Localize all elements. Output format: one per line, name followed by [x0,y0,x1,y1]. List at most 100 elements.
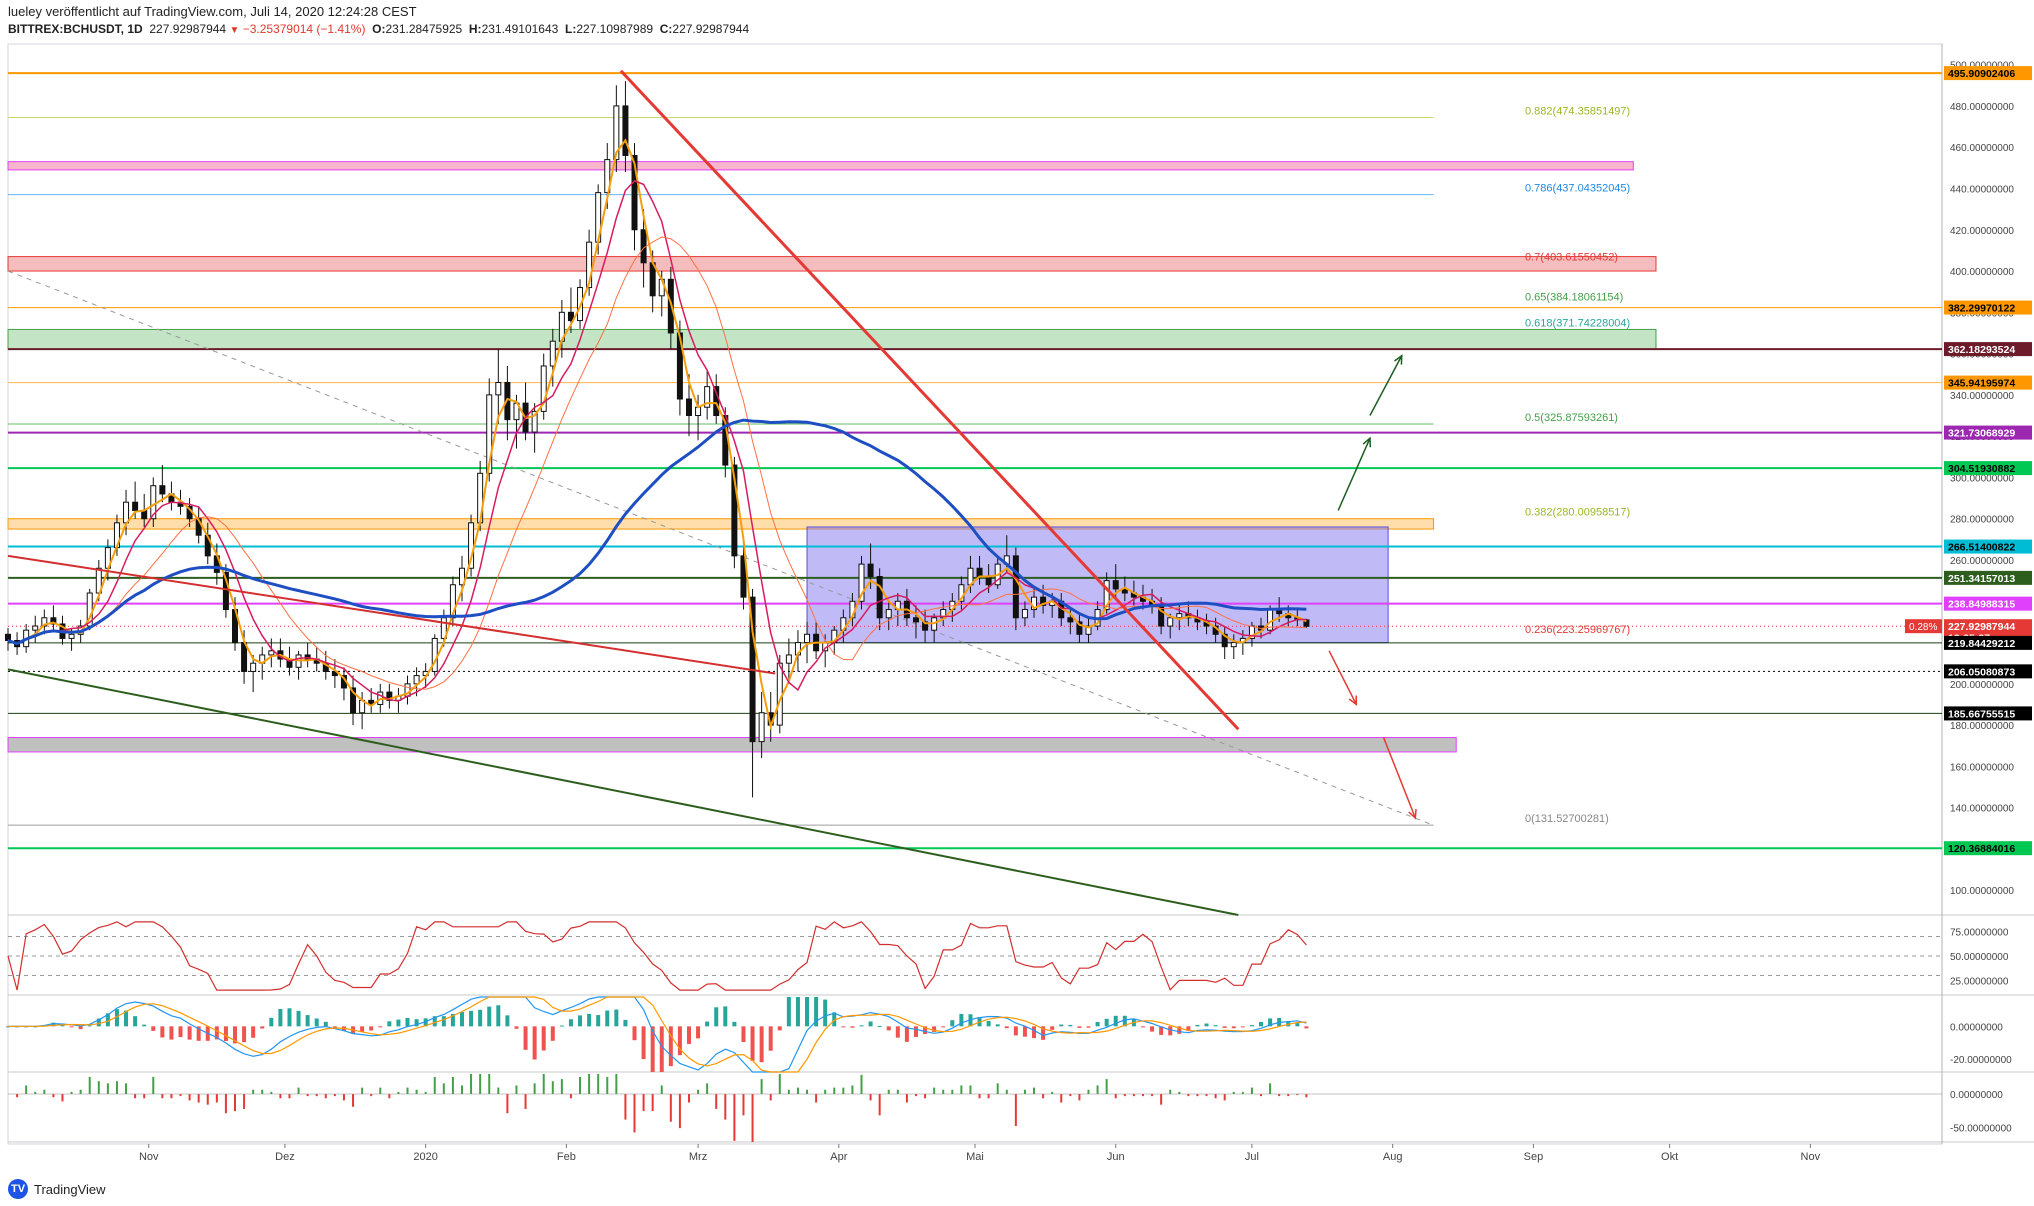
candle[interactable] [804,633,811,644]
macd-histogram-bar [705,1021,710,1027]
tradingview-footer[interactable]: TV TradingView [8,1178,106,1200]
macd-histogram-bar [87,1025,92,1027]
macd-histogram-bar [1095,1021,1100,1027]
macd-signal-line [8,996,1307,1073]
arrow-line[interactable] [1328,650,1358,705]
candle[interactable] [685,398,692,417]
macd-histogram-bar [287,1008,292,1027]
candle[interactable] [912,617,919,623]
price-tick-label: 200.00000000 [1950,680,2014,691]
price-tick-label: 280.00000000 [1950,515,2014,526]
trendline[interactable] [7,554,776,675]
macd-histogram-bar [541,1026,546,1051]
candle[interactable] [241,642,248,672]
macd-histogram-bar [823,999,828,1027]
macd-histogram-bar [1259,1021,1264,1027]
macd-histogram-bar [1195,1024,1200,1027]
price-tag-label: 266.51400822 [1948,542,2015,554]
fib-label: 0.65(384.18061154) [1525,292,1623,304]
macd-histogram-bar [614,1009,619,1027]
macd-histogram-bar [641,1026,646,1060]
arrow-line[interactable] [1337,437,1371,511]
price-chart[interactable]: 0.882(474.35851497) 0.786(437.04352045) 0.… [0,0,2034,1206]
macd-histogram-bar [886,1026,891,1031]
candle[interactable] [1167,617,1174,627]
macd-histogram-bar [505,1015,510,1027]
trendline[interactable] [7,668,1239,916]
macd-histogram-bar [1222,1026,1227,1028]
macd-histogram-bar [805,997,810,1027]
candle[interactable] [1012,555,1019,619]
price-tick-label: 480.00000000 [1950,102,2014,113]
candle[interactable] [640,229,647,264]
fib-label: 0(131.52700281) [1525,813,1609,825]
candle[interactable] [776,662,783,726]
candle[interactable] [695,406,702,417]
candle[interactable] [495,381,502,396]
candle[interactable] [250,662,257,672]
time-tick-label: Nov [139,1151,159,1163]
macd-histogram-bar [441,1016,446,1027]
fib-label: 0.7(403.61550452) [1525,252,1618,264]
candle[interactable] [867,563,874,578]
candle[interactable] [758,712,765,743]
candles-layer[interactable] [5,81,1310,798]
macd-histogram-bar [559,1025,564,1027]
candle[interactable] [1021,609,1028,619]
candle[interactable] [885,609,892,619]
candle[interactable] [876,576,883,619]
time-tick-label: Dez [275,1151,295,1163]
arrow-line[interactable] [1369,355,1403,416]
price-tick-label: 400.00000000 [1950,267,2014,278]
tradingview-logo-icon: TV [8,1179,28,1199]
time-axis[interactable]: Nov Dez 2020 Feb Mrz Apr Mai Jun Jul Aug Sep Okt Nov [139,1144,1821,1163]
candle[interactable] [1067,617,1074,623]
price-tick-label: 100.00000000 [1950,886,2014,897]
zone-rect [7,161,1634,171]
macd-histogram-bar [314,1018,319,1027]
time-tick-label: Nov [1801,1151,1821,1163]
price-tick-label: 420.00000000 [1950,226,2014,237]
macd-histogram-bar [986,1020,991,1027]
macd-histogram-bar [578,1015,583,1027]
candle[interactable] [1112,580,1119,590]
candle[interactable] [1230,642,1237,648]
candle[interactable] [785,654,792,664]
macd-histogram-bar [251,1026,256,1038]
time-tick-label: Mrz [689,1151,707,1163]
fib-label: 0.236(223.25969767) [1525,624,1630,636]
macd-histogram-bar [69,1026,74,1028]
candle[interactable] [549,340,556,367]
macd-histogram-bar [487,1006,492,1027]
macd-histogram-bar [1086,1026,1091,1028]
macd-histogram-bar [568,1019,573,1027]
macd-histogram-bar [1113,1015,1118,1027]
macd-histogram-bar [1104,1018,1109,1027]
price-tick-label: 140.00000000 [1950,804,2014,815]
candle[interactable] [622,105,629,156]
candle[interactable] [159,485,166,495]
candle[interactable] [68,633,75,639]
candle[interactable] [123,501,130,524]
candle[interactable] [268,650,275,656]
candle[interactable] [32,625,39,631]
candle[interactable] [976,567,983,578]
macd-histogram-bar [1150,1026,1155,1032]
time-tick-label: Feb [557,1151,576,1163]
macd-histogram-bar [714,1007,719,1027]
macd-histogram-bar [632,1026,637,1041]
macd-histogram-bar [1240,1026,1245,1028]
candle[interactable] [985,576,992,586]
macd-histogram-bar [151,1026,156,1031]
macd-histogram-bar [1077,1026,1082,1028]
time-tick-label: Sep [1524,1151,1544,1163]
macd-histogram-bar [1168,1026,1173,1036]
candle[interactable] [132,501,139,511]
price-tick-label: 460.00000000 [1950,143,2014,154]
price-axis[interactable]: 500.00000000480.00000000460.00000000440.… [1905,61,2032,1135]
macd-histogram-bar [859,1025,864,1027]
drawings-layer[interactable]: 0.882(474.35851497) 0.786(437.04352045) 0.… [7,69,1630,916]
candle[interactable] [1176,613,1183,619]
macd-histogram-bar [78,1026,83,1030]
price-tag-label: 251.34157013 [1948,573,2015,585]
